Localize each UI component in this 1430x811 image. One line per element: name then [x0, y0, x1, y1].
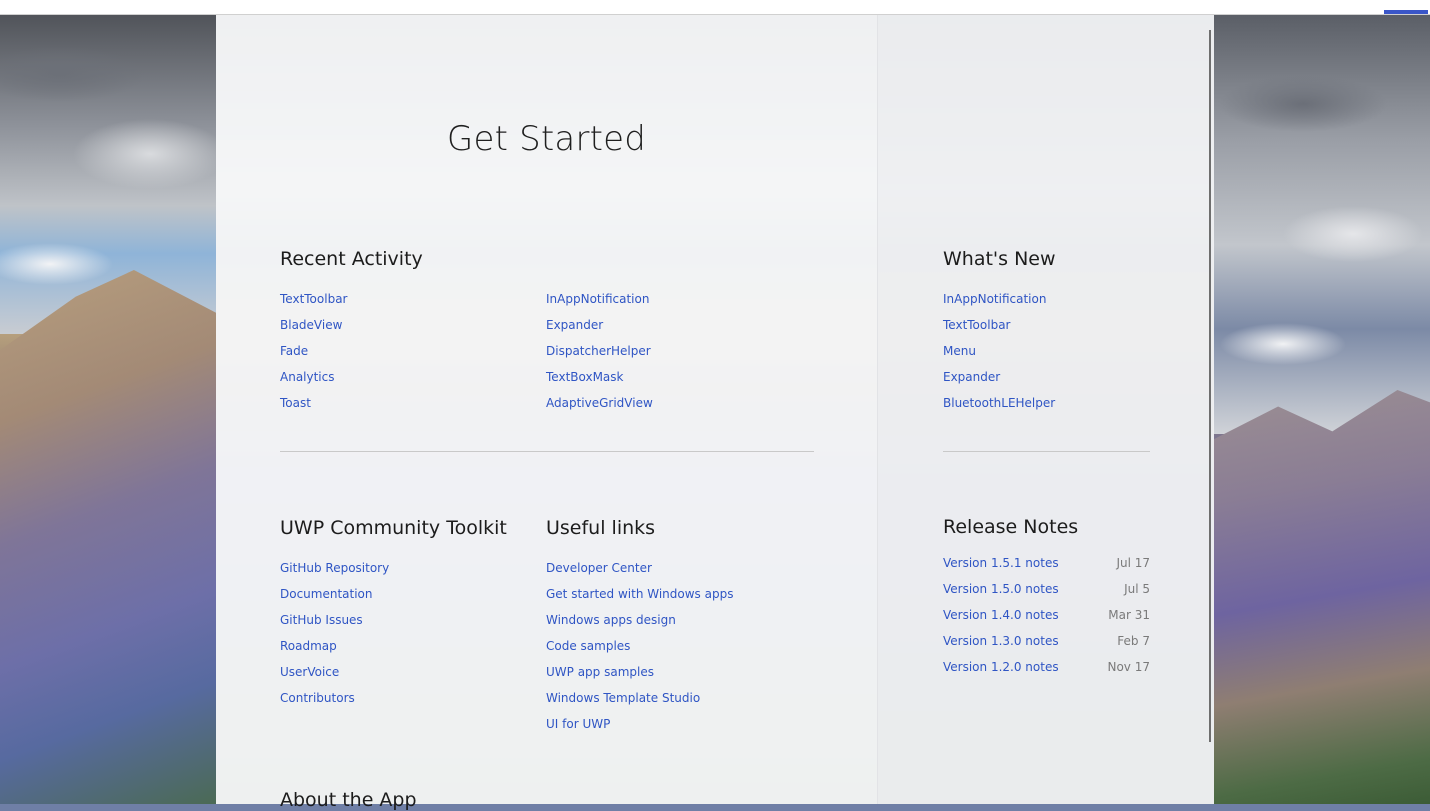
list-item: GitHub Issues [280, 609, 389, 635]
link-ui-for-uwp[interactable]: UI for UWP [546, 717, 610, 731]
recent-link-dispatcherhelper[interactable]: DispatcherHelper [546, 344, 651, 358]
recent-activity-title: Recent Activity [280, 248, 423, 270]
recent-link-texttoolbar[interactable]: TextToolbar [280, 292, 347, 306]
list-item: UI for UWP [546, 713, 733, 739]
link-uservoice[interactable]: UserVoice [280, 665, 339, 679]
list-item: DispatcherHelper [546, 340, 653, 366]
release-notes-title: Release Notes [943, 516, 1079, 538]
link-uwp-app-samples[interactable]: UWP app samples [546, 665, 654, 679]
toolkit-title: UWP Community Toolkit [280, 517, 507, 539]
list-item: TextBoxMask [546, 366, 653, 392]
list-item: BladeView [280, 314, 347, 340]
release-date: Mar 31 [1108, 608, 1150, 622]
link-developer-center[interactable]: Developer Center [546, 561, 652, 575]
list-item: Windows apps design [546, 609, 733, 635]
list-item: BluetoothLEHelper [943, 392, 1055, 418]
toolkit-links: GitHub Repository Documentation GitHub I… [280, 557, 389, 713]
scrollbar[interactable] [1209, 30, 1211, 742]
whats-new-link-bluetoothlehelper[interactable]: BluetoothLEHelper [943, 396, 1055, 410]
recent-link-fade[interactable]: Fade [280, 344, 308, 358]
background-sky-right [1213, 14, 1430, 434]
list-item: Menu [943, 340, 1055, 366]
list-item: Contributors [280, 687, 389, 713]
link-github-issues[interactable]: GitHub Issues [280, 613, 363, 627]
useful-links-title: Useful links [546, 517, 656, 539]
release-date: Nov 17 [1107, 660, 1150, 674]
background-mountain-right [1213, 390, 1430, 804]
list-item: Developer Center [546, 557, 733, 583]
section-divider [943, 451, 1150, 452]
list-item: InAppNotification [943, 288, 1055, 314]
recent-link-expander[interactable]: Expander [546, 318, 603, 332]
release-date: Jul 17 [1116, 556, 1150, 570]
release-notes-link[interactable]: Version 1.5.1 notes [943, 556, 1059, 570]
useful-links-list: Developer Center Get started with Window… [546, 557, 733, 739]
whats-new-link-expander[interactable]: Expander [943, 370, 1000, 384]
recent-link-analytics[interactable]: Analytics [280, 370, 335, 384]
whats-new-title: What's New [943, 248, 1056, 270]
main-panel: Get Started Recent Activity TextToolbar … [216, 15, 877, 811]
list-item: UserVoice [280, 661, 389, 687]
list-item: TextToolbar [280, 288, 347, 314]
link-documentation[interactable]: Documentation [280, 587, 373, 601]
top-bar-accent [1384, 10, 1428, 14]
link-code-samples[interactable]: Code samples [546, 639, 630, 653]
recent-link-textboxmask[interactable]: TextBoxMask [546, 370, 623, 384]
list-item: AdaptiveGridView [546, 392, 653, 418]
list-item: Code samples [546, 635, 733, 661]
whats-new-links: InAppNotification TextToolbar Menu Expan… [943, 288, 1055, 418]
top-bar [0, 0, 1430, 15]
whats-new-link-menu[interactable]: Menu [943, 344, 976, 358]
release-row: Version 1.5.1 notes Jul 17 [943, 556, 1150, 582]
release-row: Version 1.3.0 notes Feb 7 [943, 634, 1150, 660]
side-panel: What's New InAppNotification TextToolbar… [877, 15, 1214, 804]
section-divider [280, 451, 814, 452]
background-mountain-left [0, 270, 216, 804]
about-title: About the App [280, 789, 417, 811]
whats-new-link-texttoolbar[interactable]: TextToolbar [943, 318, 1010, 332]
list-item: UWP app samples [546, 661, 733, 687]
link-get-started-windows-apps[interactable]: Get started with Windows apps [546, 587, 733, 601]
link-windows-apps-design[interactable]: Windows apps design [546, 613, 676, 627]
recent-link-bladeview[interactable]: BladeView [280, 318, 342, 332]
release-notes-link[interactable]: Version 1.5.0 notes [943, 582, 1059, 596]
whats-new-link-inappnotification[interactable]: InAppNotification [943, 292, 1046, 306]
list-item: Analytics [280, 366, 347, 392]
list-item: Toast [280, 392, 347, 418]
release-row: Version 1.2.0 notes Nov 17 [943, 660, 1150, 686]
list-item: Expander [546, 314, 653, 340]
release-date: Jul 5 [1124, 582, 1150, 596]
release-row: Version 1.5.0 notes Jul 5 [943, 582, 1150, 608]
list-item: Expander [943, 366, 1055, 392]
release-row: Version 1.4.0 notes Mar 31 [943, 608, 1150, 634]
list-item: TextToolbar [943, 314, 1055, 340]
list-item: Roadmap [280, 635, 389, 661]
list-item: InAppNotification [546, 288, 653, 314]
release-notes-link[interactable]: Version 1.4.0 notes [943, 608, 1059, 622]
release-date: Feb 7 [1117, 634, 1150, 648]
list-item: Fade [280, 340, 347, 366]
page-title: Get Started [446, 119, 647, 159]
list-item: Documentation [280, 583, 389, 609]
link-github-repository[interactable]: GitHub Repository [280, 561, 389, 575]
link-windows-template-studio[interactable]: Windows Template Studio [546, 691, 700, 705]
link-contributors[interactable]: Contributors [280, 691, 355, 705]
list-item: Get started with Windows apps [546, 583, 733, 609]
recent-activity-column-1: TextToolbar BladeView Fade Analytics Toa… [280, 288, 347, 418]
list-item: Windows Template Studio [546, 687, 733, 713]
recent-activity-column-2: InAppNotification Expander DispatcherHel… [546, 288, 653, 418]
recent-link-inappnotification[interactable]: InAppNotification [546, 292, 649, 306]
release-notes-link[interactable]: Version 1.2.0 notes [943, 660, 1059, 674]
recent-link-toast[interactable]: Toast [280, 396, 311, 410]
recent-link-adaptivegridview[interactable]: AdaptiveGridView [546, 396, 653, 410]
list-item: GitHub Repository [280, 557, 389, 583]
release-notes-link[interactable]: Version 1.3.0 notes [943, 634, 1059, 648]
link-roadmap[interactable]: Roadmap [280, 639, 337, 653]
